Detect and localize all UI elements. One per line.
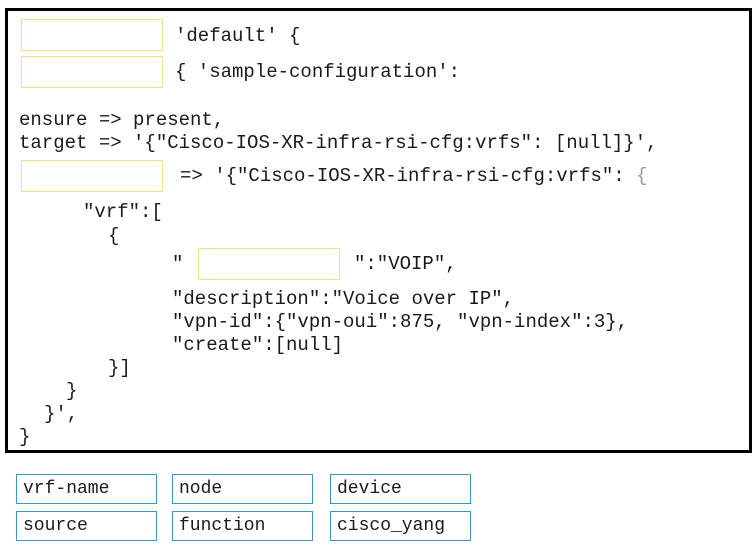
code-line-default: 'default' { — [175, 25, 301, 47]
option-device[interactable]: device — [330, 474, 471, 504]
code-line-close-brace-2: }', — [44, 403, 79, 425]
code-line-ensure: ensure => present, — [19, 109, 225, 131]
code-line-open-brace: { — [108, 225, 120, 247]
option-source[interactable]: source — [16, 511, 157, 541]
code-quote-before-blank: " — [172, 253, 184, 275]
code-line-sample-configuration: { 'sample-configuration': — [175, 61, 461, 83]
code-line-vrf-name-value: ":"VOIP", — [354, 253, 457, 275]
drop-target-1[interactable] — [21, 19, 163, 51]
option-node[interactable]: node — [172, 474, 313, 504]
code-brace: { — [636, 165, 648, 187]
code-line-close-brace-3: } — [19, 426, 31, 448]
code-line-close-brace-1: } — [66, 380, 78, 402]
drop-target-3[interactable] — [21, 160, 163, 192]
option-cisco-yang[interactable]: cisco_yang — [330, 511, 471, 541]
code-line-blank3-value: => '{"Cisco-IOS-XR-infra-rsi-cfg:vrfs": … — [180, 165, 647, 187]
drop-target-4[interactable] — [198, 248, 340, 280]
option-function[interactable]: function — [172, 511, 313, 541]
code-line-vrf: "vrf":[ — [83, 201, 163, 223]
code-line-close-array: }] — [108, 357, 131, 379]
option-vrf-name[interactable]: vrf-name — [16, 474, 157, 504]
code-line-vpn-id: "vpn-id":{"vpn-oui":875, "vpn-index":3}, — [172, 311, 629, 333]
drop-target-2[interactable] — [21, 56, 163, 88]
code-line-target: target => '{"Cisco-IOS-XR-infra-rsi-cfg:… — [19, 132, 658, 154]
code-line-create: "create":[null] — [172, 334, 344, 356]
code-text: => '{"Cisco-IOS-XR-infra-rsi-cfg:vrfs": — [180, 165, 637, 187]
code-line-description: "description":"Voice over IP", — [172, 288, 515, 310]
